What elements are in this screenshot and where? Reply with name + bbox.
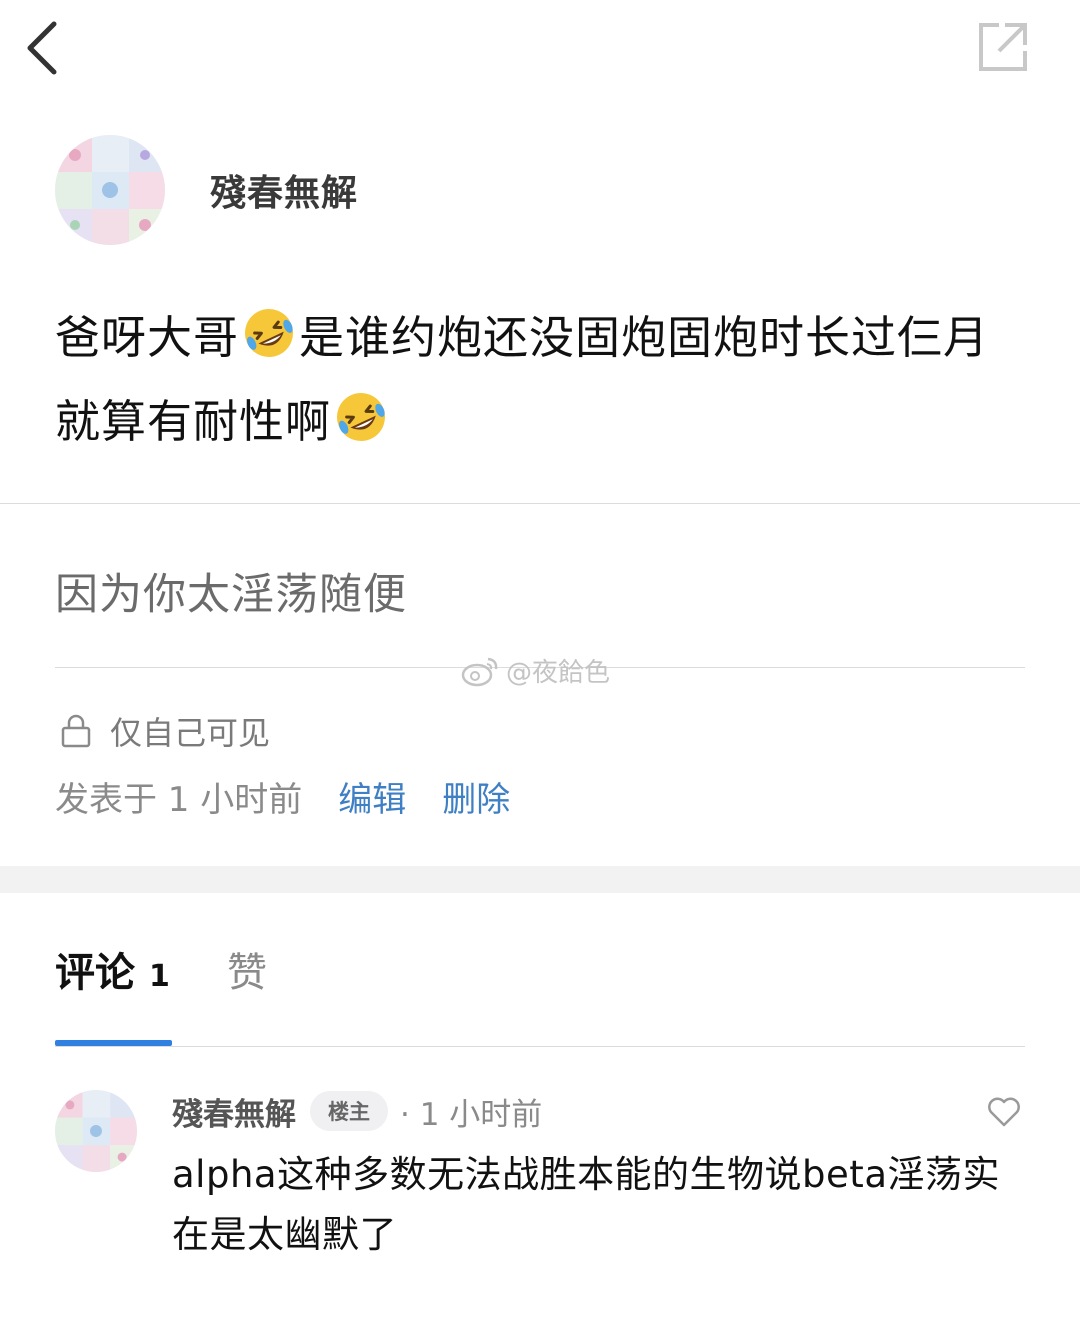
- avatar[interactable]: [55, 1090, 137, 1172]
- share-button[interactable]: [972, 16, 1034, 78]
- divider: [55, 1046, 1025, 1047]
- tab-comments-count: 1: [149, 959, 170, 994]
- comment-author[interactable]: 殘春無解: [172, 1089, 296, 1134]
- comment-header: 殘春無解 楼主 · 1 小时前: [172, 1089, 543, 1134]
- lock-icon: [61, 714, 91, 748]
- comment-time: · 1 小时前: [400, 1096, 543, 1133]
- privacy-label: 仅自己可见: [110, 714, 271, 752]
- post-text-part1: 爸呀大哥: [55, 311, 240, 364]
- privacy-row: 仅自己可见: [60, 708, 270, 754]
- post-time: 发表于 1 小时前: [55, 780, 303, 820]
- section-separator: [0, 866, 1080, 893]
- post-author-row: 殘春無解: [55, 135, 358, 245]
- top-bar: [0, 0, 1080, 100]
- reply-text: 因为你太淫荡随便: [55, 570, 407, 620]
- avatar[interactable]: [55, 135, 165, 245]
- tab-comments-label: 评论: [55, 950, 135, 996]
- tab-likes[interactable]: 赞: [227, 940, 267, 998]
- back-button[interactable]: [16, 16, 68, 80]
- rolling-laughing-emoji-icon: [245, 309, 294, 357]
- weibo-logo-icon: [461, 657, 498, 686]
- post-text: 爸呀大哥 是谁约炮还没固炮固炮时长过仨月就算有耐性啊: [55, 296, 1030, 464]
- author-name[interactable]: 殘春無解: [210, 164, 358, 216]
- watermark-text: @夜餄色: [506, 658, 611, 688]
- delete-button[interactable]: 删除: [442, 772, 510, 821]
- tab-bar: 评论 1 赞: [55, 940, 1025, 1047]
- edit-button[interactable]: 编辑: [338, 772, 406, 821]
- comment-text: alpha这种多数无法战胜本能的生物说beta淫荡实在是太幽默了: [172, 1153, 1000, 1256]
- watermark: @夜餄色: [460, 652, 610, 689]
- chevron-left-icon: [27, 21, 57, 75]
- post-meta: 发表于 1 小时前 编辑 删除: [55, 772, 510, 821]
- heart-icon[interactable]: [985, 1092, 1023, 1130]
- divider: [0, 503, 1080, 504]
- tab-comments[interactable]: 评论 1: [55, 940, 170, 998]
- op-badge: 楼主: [310, 1091, 388, 1131]
- rolling-laughing-emoji-icon: [337, 393, 386, 441]
- external-share-icon: [979, 23, 1027, 71]
